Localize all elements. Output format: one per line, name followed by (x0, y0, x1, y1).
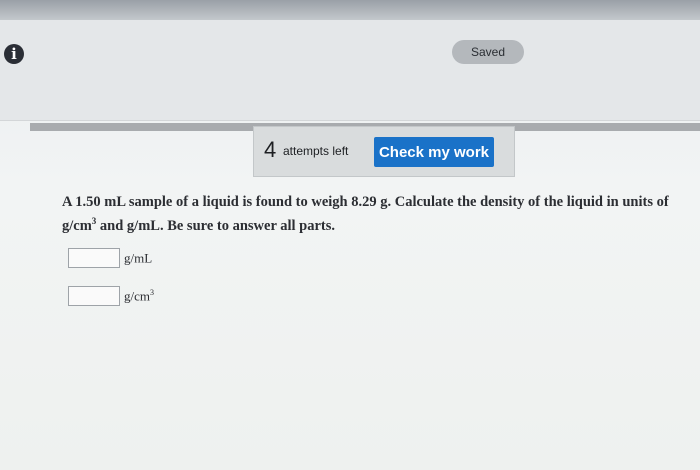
question-text: A 1.50 mL sample of a liquid is found to… (62, 193, 687, 236)
density-g-per-cm3-input[interactable] (68, 286, 120, 306)
unit-text: g/cm (124, 288, 150, 304)
window-top-strip (0, 0, 700, 20)
answer-row-g-per-ml: g/mL (68, 247, 152, 269)
saved-status-badge: Saved (452, 40, 524, 64)
unit-label-g-per-cm3: g/cm3 (124, 288, 154, 304)
info-icon[interactable]: i (4, 44, 24, 64)
unit-sup: 3 (150, 287, 154, 297)
density-g-per-ml-input[interactable] (68, 248, 120, 268)
unit-text: g/mL (124, 250, 153, 266)
header-bar (0, 20, 700, 121)
attempts-label: attempts left (283, 144, 349, 158)
question-text-part2: and g/mL. Be sure to answer all parts. (96, 217, 336, 234)
check-my-work-button[interactable]: Check my work (374, 137, 494, 167)
attempts-count: 4 (264, 137, 277, 162)
answer-row-g-per-cm3: g/cm3 (68, 285, 154, 307)
unit-label-g-per-ml: g/mL (124, 250, 152, 266)
